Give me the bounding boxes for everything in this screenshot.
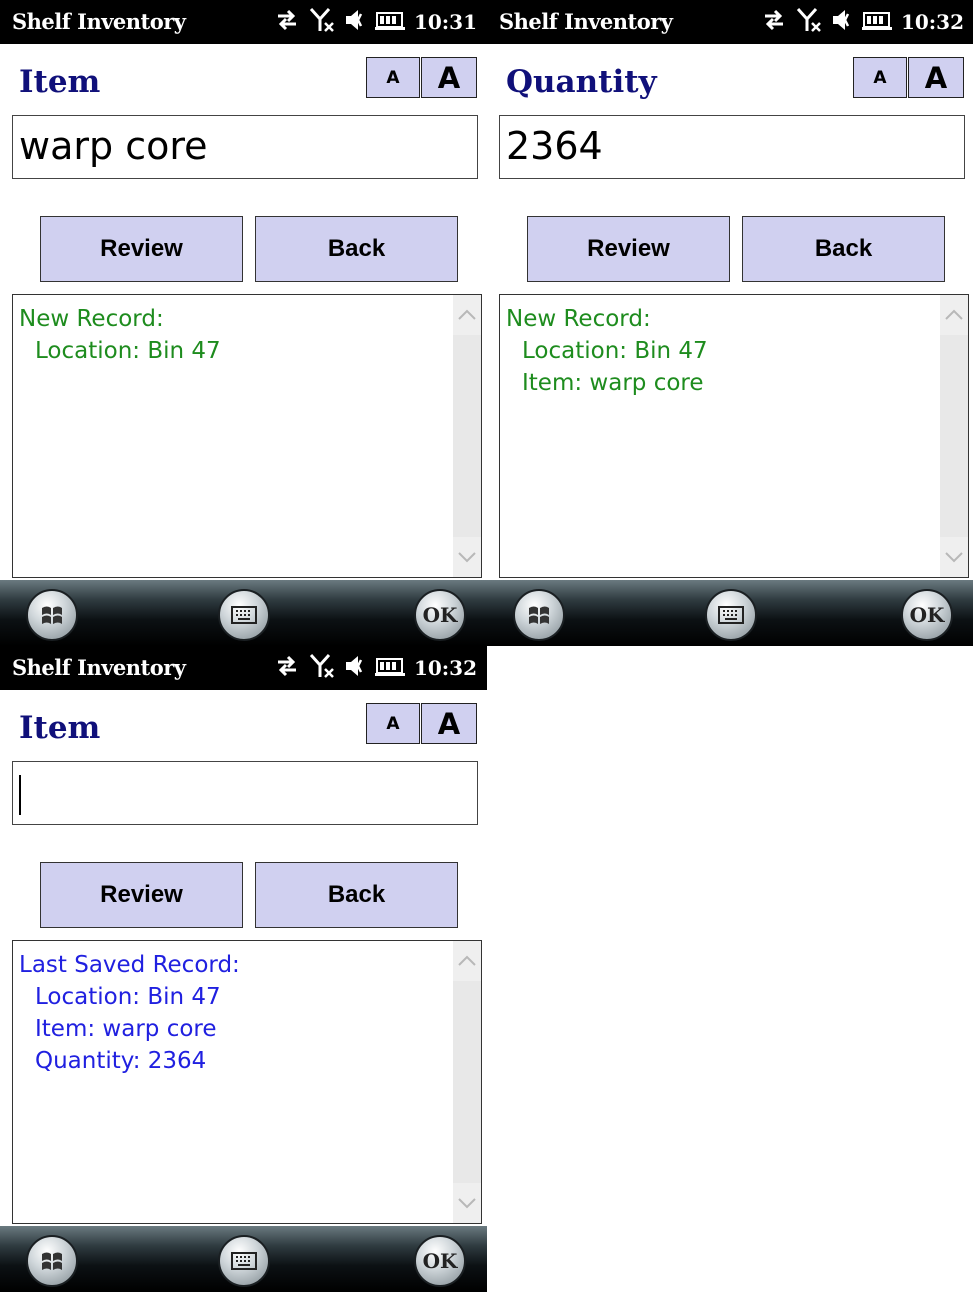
battery-icon: [374, 656, 405, 680]
title-bar: Shelf Inventory 10:32: [0, 646, 487, 690]
record-log-text: New Record: Location: Bin 47 Item: warp …: [506, 303, 708, 399]
chevron-up-icon: [458, 955, 476, 966]
scroll-down-button[interactable]: [453, 537, 481, 577]
taskbar: OK: [0, 580, 487, 646]
scroll-up-button[interactable]: [940, 295, 968, 335]
keyboard-button[interactable]: [218, 589, 270, 641]
app-title: Shelf Inventory: [12, 655, 186, 680]
record-log-line: Location: Bin 47: [522, 338, 708, 364]
record-log[interactable]: New Record: Location: Bin 47 Item: warp …: [499, 294, 969, 578]
clock: 10:31: [413, 10, 477, 34]
start-button[interactable]: [513, 589, 565, 641]
no-signal-icon: [309, 653, 335, 683]
title-bar: Shelf Inventory 10:32: [487, 0, 973, 44]
record-log-line: Location: Bin 47: [35, 338, 221, 364]
ok-button[interactable]: OK: [901, 589, 953, 641]
scroll-up-button[interactable]: [453, 295, 481, 335]
chevron-down-icon: [945, 552, 963, 563]
status-tray: 10:31: [274, 7, 477, 37]
record-log[interactable]: New Record: Location: Bin 47: [12, 294, 482, 578]
speaker-muted-icon: [344, 654, 366, 682]
record-log-header: New Record:: [506, 306, 651, 332]
log-scrollbar[interactable]: [453, 941, 481, 1223]
no-signal-icon: [796, 7, 822, 37]
field-label: Item: [19, 64, 101, 100]
review-button[interactable]: Review: [40, 862, 243, 928]
clock: 10:32: [413, 656, 477, 680]
speaker-muted-icon: [831, 8, 853, 36]
decrease-font-button[interactable]: A: [366, 57, 420, 98]
scroll-up-button[interactable]: [453, 941, 481, 981]
keyboard-icon: [718, 606, 744, 624]
app-title: Shelf Inventory: [499, 9, 673, 34]
record-log-text: Last Saved Record: Location: Bin 47 Item…: [19, 949, 240, 1077]
increase-font-button[interactable]: A: [421, 57, 477, 98]
log-scrollbar[interactable]: [453, 295, 481, 577]
record-log[interactable]: Last Saved Record: Location: Bin 47 Item…: [12, 940, 482, 1224]
ok-button[interactable]: OK: [414, 1235, 466, 1287]
increase-font-button[interactable]: A: [421, 703, 477, 744]
log-scrollbar[interactable]: [940, 295, 968, 577]
no-signal-icon: [309, 7, 335, 37]
chevron-down-icon: [458, 552, 476, 563]
back-button[interactable]: Back: [255, 216, 458, 282]
status-tray: 10:32: [274, 653, 477, 683]
record-log-text: New Record: Location: Bin 47: [19, 303, 221, 367]
screen-quantity-entry: Shelf Inventory 10:32 Quantity A A 2364 …: [487, 0, 973, 646]
decrease-font-button[interactable]: A: [853, 57, 907, 98]
ok-button[interactable]: OK: [414, 589, 466, 641]
item-input[interactable]: [12, 761, 478, 825]
keyboard-button[interactable]: [218, 1235, 270, 1287]
record-log-header: Last Saved Record:: [19, 952, 240, 978]
keyboard-icon: [231, 1252, 257, 1270]
decrease-font-button[interactable]: A: [366, 703, 420, 744]
review-button[interactable]: Review: [40, 216, 243, 282]
start-button[interactable]: [26, 1235, 78, 1287]
screen-item-entry: Shelf Inventory 10:31 Item A A warp core…: [0, 0, 487, 646]
title-bar: Shelf Inventory 10:31: [0, 0, 487, 44]
screen-item-entry-saved: Shelf Inventory 10:32 Item A A Review Ba…: [0, 646, 487, 1292]
record-log-line: Location: Bin 47: [35, 984, 221, 1010]
app-title: Shelf Inventory: [12, 9, 186, 34]
speaker-muted-icon: [344, 8, 366, 36]
windows-start-icon: [42, 606, 62, 624]
item-input-value: warp core: [19, 124, 208, 168]
field-label: Quantity: [506, 64, 657, 100]
record-log-line: Quantity: 2364: [35, 1048, 207, 1074]
field-label: Item: [19, 710, 101, 746]
back-button[interactable]: Back: [255, 862, 458, 928]
review-button[interactable]: Review: [527, 216, 730, 282]
quantity-input[interactable]: 2364: [499, 115, 965, 179]
clock: 10:32: [900, 10, 964, 34]
text-cursor: [19, 774, 21, 815]
sync-arrows-icon: [761, 8, 787, 36]
record-log-line: Item: warp core: [522, 370, 704, 396]
taskbar: OK: [487, 580, 973, 646]
battery-icon: [861, 10, 892, 34]
taskbar: OK: [0, 1226, 487, 1292]
chevron-up-icon: [458, 309, 476, 320]
sync-arrows-icon: [274, 8, 300, 36]
scroll-down-button[interactable]: [453, 1183, 481, 1223]
record-log-line: Item: warp core: [35, 1016, 217, 1042]
status-tray: 10:32: [761, 7, 964, 37]
windows-start-icon: [529, 606, 549, 624]
back-button[interactable]: Back: [742, 216, 945, 282]
keyboard-button[interactable]: [705, 589, 757, 641]
battery-icon: [374, 10, 405, 34]
increase-font-button[interactable]: A: [908, 57, 964, 98]
record-log-header: New Record:: [19, 306, 164, 332]
chevron-up-icon: [945, 309, 963, 320]
sync-arrows-icon: [274, 654, 300, 682]
chevron-down-icon: [458, 1198, 476, 1209]
item-input[interactable]: warp core: [12, 115, 478, 179]
keyboard-icon: [231, 606, 257, 624]
scroll-down-button[interactable]: [940, 537, 968, 577]
start-button[interactable]: [26, 589, 78, 641]
windows-start-icon: [42, 1252, 62, 1270]
quantity-input-value: 2364: [506, 124, 603, 168]
